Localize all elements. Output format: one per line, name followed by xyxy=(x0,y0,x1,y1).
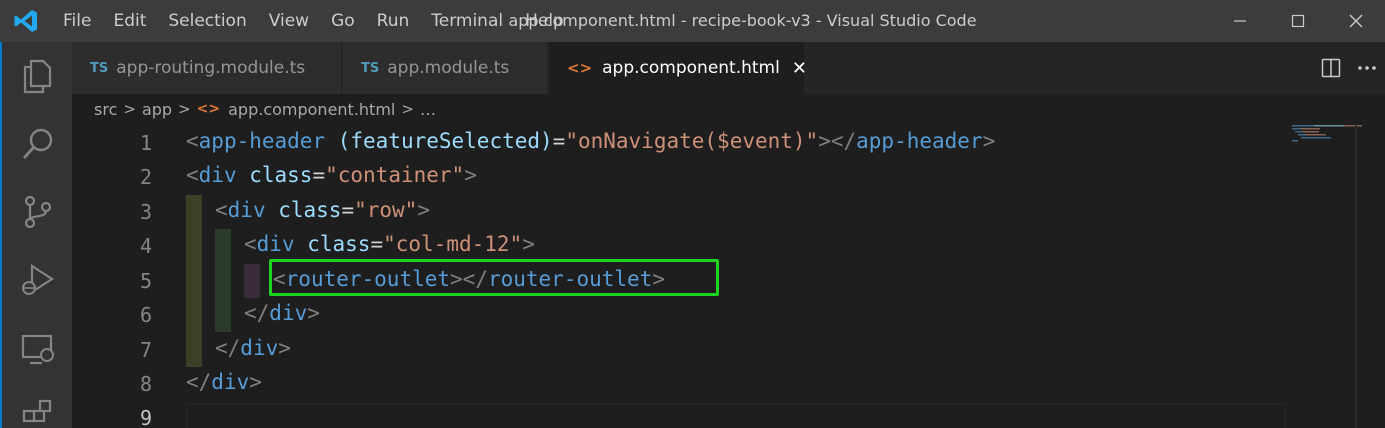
window-controls xyxy=(1211,0,1385,42)
menu-terminal[interactable]: Terminal xyxy=(420,0,514,42)
html-file-icon: <> xyxy=(567,59,593,77)
indent-guide-level-2 xyxy=(215,229,231,332)
line-number: 8 xyxy=(139,372,152,396)
typescript-file-icon: TS xyxy=(90,60,109,76)
html-file-icon: <> xyxy=(196,101,221,117)
tab-label: app.component.html xyxy=(602,58,780,78)
breadcrumb-more[interactable]: … xyxy=(420,100,436,119)
maximize-button[interactable] xyxy=(1269,0,1327,42)
activity-bar xyxy=(0,42,72,428)
menu-help[interactable]: Help xyxy=(514,0,575,42)
menu-bar: File Edit Selection View Go Run Terminal… xyxy=(52,0,575,42)
indent-guide-level-1 xyxy=(186,195,202,367)
tab-app-routing-module[interactable]: TS app-routing.module.ts xyxy=(72,42,342,94)
menu-view[interactable]: View xyxy=(258,0,320,42)
split-editor-icon xyxy=(1321,58,1341,78)
source-control-icon[interactable] xyxy=(16,190,60,234)
tab-app-component-html[interactable]: <> app.component.html ✕ xyxy=(549,42,807,94)
run-debug-icon[interactable] xyxy=(16,258,60,302)
code-editor[interactable]: 1 2 3 4 5 6 7 8 9 <app-header (featureSe… xyxy=(72,124,1385,428)
code-line-1: <app-header (featureSelected)="onNavigat… xyxy=(186,129,996,153)
line-number: 1 xyxy=(139,131,152,155)
tab-app-module[interactable]: TS app.module.ts xyxy=(343,42,548,94)
vscode-logo-icon xyxy=(0,0,52,42)
minimap[interactable] xyxy=(1292,124,1385,428)
line-number: 7 xyxy=(139,338,152,362)
chevron-right-icon: > xyxy=(123,100,136,118)
line-number: 5 xyxy=(139,269,152,293)
title-bar: File Edit Selection View Go Run Terminal… xyxy=(0,0,1385,42)
extensions-icon[interactable] xyxy=(16,394,60,428)
code-line-4: <div class="col-md-12"> xyxy=(244,232,535,256)
code-line-2: <div class="container"> xyxy=(186,163,477,187)
more-actions-button[interactable] xyxy=(1349,42,1385,94)
router-outlet-highlight-box xyxy=(269,259,719,296)
current-line-highlight xyxy=(186,403,1286,428)
code-line-7: </div> xyxy=(215,336,291,360)
line-number: 6 xyxy=(139,303,152,327)
breadcrumb-src[interactable]: src xyxy=(94,100,117,119)
editor-actions xyxy=(1313,42,1385,94)
typescript-file-icon: TS xyxy=(361,60,380,76)
minimize-button[interactable] xyxy=(1211,0,1269,42)
minimap-border xyxy=(1355,124,1357,428)
breadcrumb: src > app > <> app.component.html > … xyxy=(72,94,1385,124)
more-icon xyxy=(1358,66,1376,70)
menu-go[interactable]: Go xyxy=(320,0,366,42)
breadcrumb-app[interactable]: app xyxy=(142,100,172,119)
line-number-current: 9 xyxy=(139,406,152,428)
minimize-icon xyxy=(1234,20,1246,22)
menu-selection[interactable]: Selection xyxy=(157,0,257,42)
explorer-icon[interactable] xyxy=(16,54,60,98)
indent-guide-level-3 xyxy=(244,264,260,298)
chevron-right-icon: > xyxy=(178,100,191,118)
close-window-button[interactable] xyxy=(1327,0,1385,42)
menu-run[interactable]: Run xyxy=(366,0,421,42)
code-line-3: <div class="row"> xyxy=(215,198,430,222)
maximize-icon xyxy=(1291,14,1305,28)
minimap-preview xyxy=(1292,125,1362,142)
menu-edit[interactable]: Edit xyxy=(102,0,157,42)
breadcrumb-file[interactable]: app.component.html xyxy=(228,100,395,119)
code-line-8: </div> xyxy=(186,370,262,394)
line-number: 2 xyxy=(139,165,152,189)
code-line-6: </div> xyxy=(244,301,320,325)
chevron-right-icon: > xyxy=(401,100,414,118)
search-icon[interactable] xyxy=(16,122,60,166)
menu-file[interactable]: File xyxy=(52,0,102,42)
tab-label: app.module.ts xyxy=(387,58,510,78)
line-number: 3 xyxy=(139,200,152,224)
editor-tab-bar: TS app-routing.module.ts TS app.module.t… xyxy=(72,42,1385,94)
close-tab-icon[interactable]: ✕ xyxy=(792,58,807,79)
remote-explorer-icon[interactable] xyxy=(16,328,60,372)
close-icon xyxy=(1349,14,1363,28)
line-number: 4 xyxy=(139,234,152,258)
tab-label: app-routing.module.ts xyxy=(116,58,306,78)
split-editor-button[interactable] xyxy=(1313,42,1349,94)
